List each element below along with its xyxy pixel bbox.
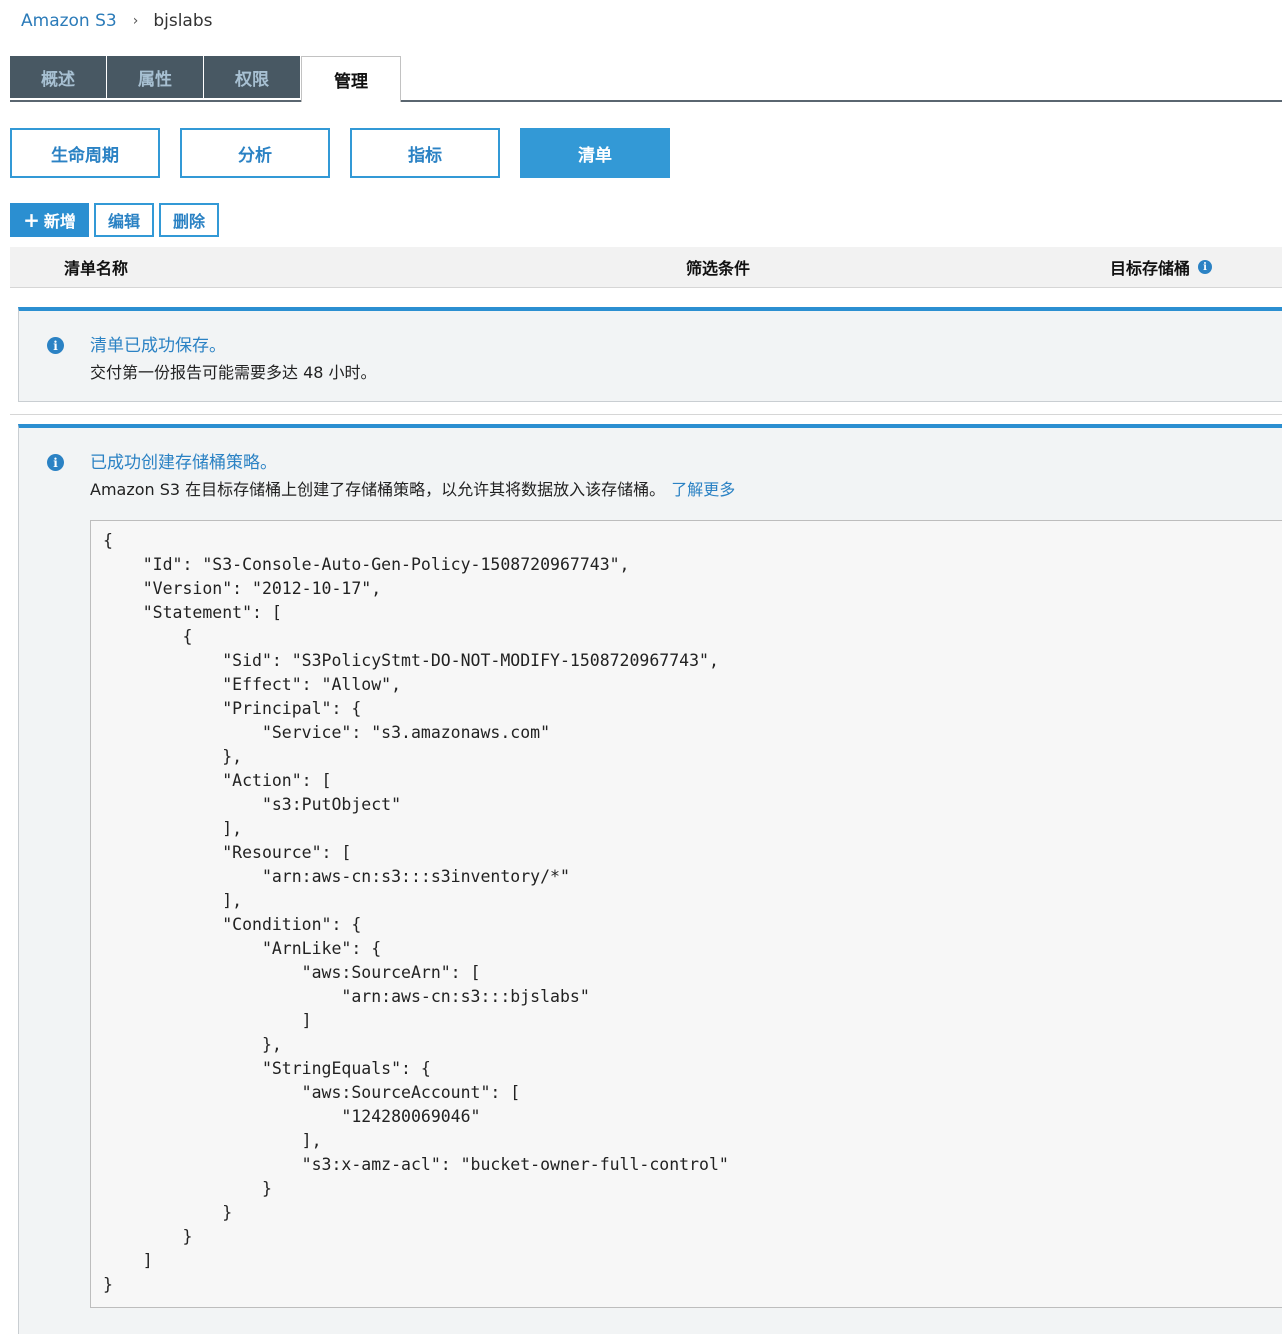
subtab-inventory[interactable]: 清单	[520, 128, 670, 178]
main-tabs: 概述 属性 权限 管理	[10, 56, 402, 102]
alert-message: Amazon S3 在目标存储桶上创建了存储桶策略，以允许其将数据放入该存储桶。…	[90, 476, 735, 500]
tab-permissions[interactable]: 权限	[204, 56, 300, 98]
alert-message-text: Amazon S3 在目标存储桶上创建了存储桶策略，以允许其将数据放入该存储桶。	[90, 480, 666, 499]
breadcrumb-link-amazon-s3[interactable]: Amazon S3	[21, 11, 117, 31]
subtab-lifecycle[interactable]: 生命周期	[10, 128, 160, 178]
subtab-analytics[interactable]: 分析	[180, 128, 330, 178]
column-header-filter[interactable]: 筛选条件	[686, 247, 750, 287]
info-icon: i	[47, 454, 64, 471]
column-header-destination-bucket[interactable]: 目标存储桶 i	[1110, 247, 1213, 287]
add-button-label: 新增	[43, 212, 76, 231]
bucket-policy-alert: i 已成功创建存储桶策略。 Amazon S3 在目标存储桶上创建了存储桶策略，…	[18, 424, 1282, 1334]
chevron-right-icon: ›	[132, 13, 139, 29]
tab-properties[interactable]: 属性	[107, 56, 203, 98]
management-subtabs: 生命周期 分析 指标 清单	[10, 128, 690, 178]
inventory-saved-alert: i 清单已成功保存。 交付第一份报告可能需要多达 48 小时。	[18, 307, 1282, 402]
info-icon: i	[47, 337, 64, 354]
edit-button[interactable]: 编辑	[94, 203, 154, 237]
column-header-inventory-name[interactable]: 清单名称	[64, 247, 128, 287]
alert-title: 已成功创建存储桶策略。	[90, 453, 277, 473]
inventory-actions: + 新增 编辑 删除	[10, 203, 224, 237]
column-header-destination-bucket-label: 目标存储桶	[1110, 259, 1191, 278]
breadcrumb-current-bucket: bjslabs	[153, 11, 213, 31]
tab-management[interactable]: 管理	[301, 56, 401, 102]
plus-icon: +	[23, 208, 40, 232]
divider	[10, 414, 1282, 415]
alert-title: 清单已成功保存。	[90, 336, 226, 356]
inventory-table-header: 清单名称 筛选条件 目标存储桶 i	[10, 247, 1282, 288]
tab-divider	[10, 100, 1282, 102]
subtab-metrics[interactable]: 指标	[350, 128, 500, 178]
policy-json: { "Id": "S3-Console-Auto-Gen-Policy-1508…	[103, 531, 729, 1294]
alert-message: 交付第一份报告可能需要多达 48 小时。	[90, 363, 377, 382]
add-inventory-button[interactable]: + 新增	[10, 203, 89, 237]
delete-button[interactable]: 删除	[159, 203, 219, 237]
info-icon[interactable]: i	[1198, 260, 1213, 274]
breadcrumb: Amazon S3 › bjslabs	[21, 9, 213, 33]
tab-overview[interactable]: 概述	[10, 56, 106, 98]
bucket-policy-code-block[interactable]: { "Id": "S3-Console-Auto-Gen-Policy-1508…	[90, 520, 1282, 1308]
learn-more-link[interactable]: 了解更多	[671, 480, 735, 499]
